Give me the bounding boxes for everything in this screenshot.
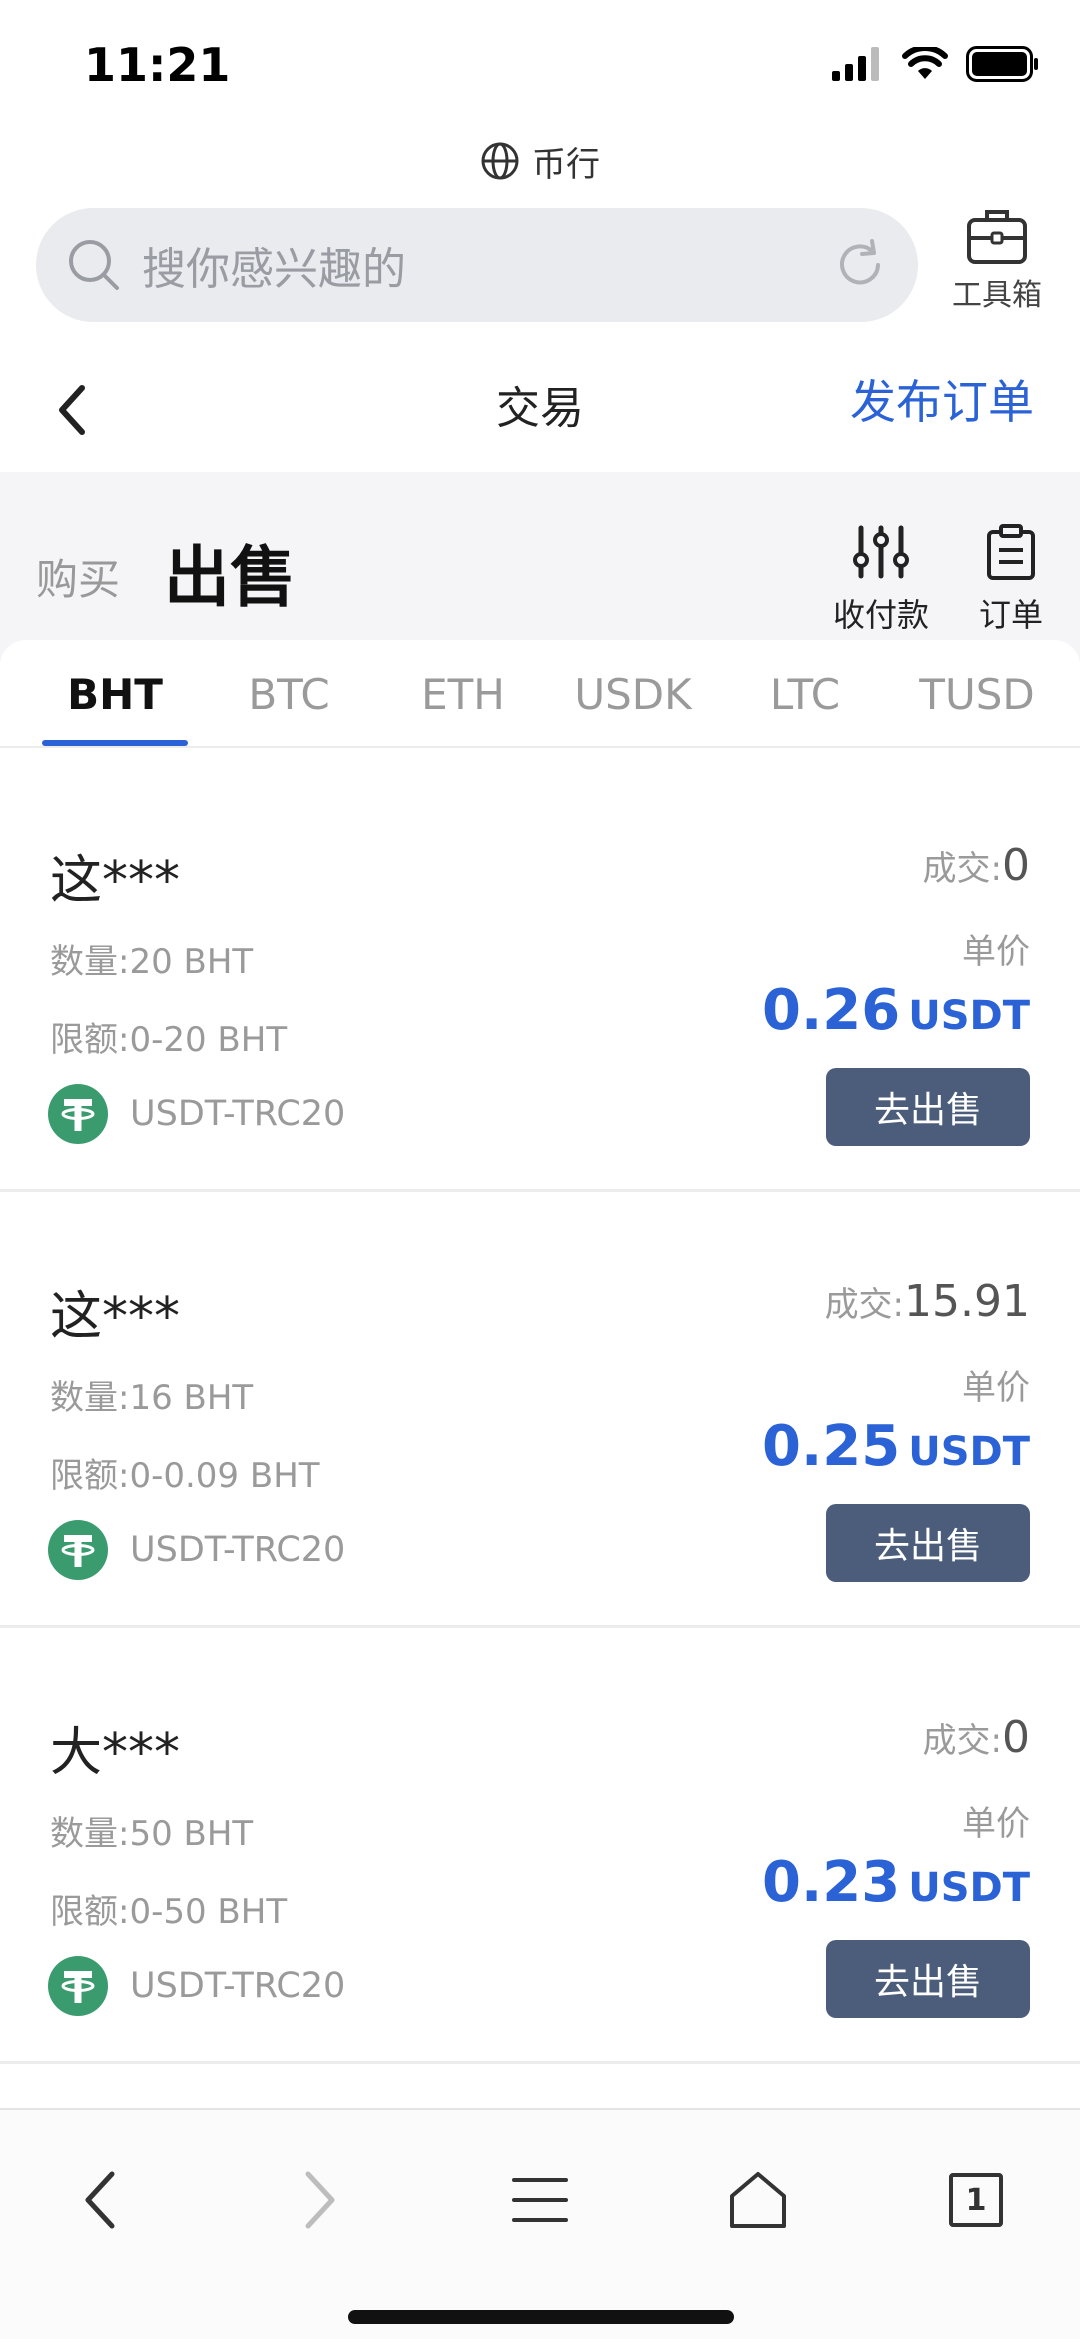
clipboard-icon <box>987 524 1035 580</box>
search-icon <box>69 240 119 290</box>
payment-methods-label: 收付款 <box>832 596 929 634</box>
listing-card: 这*** 数量:16 BHT 限额:0-0.09 BHT USDT-TRC20 … <box>0 1192 1080 1628</box>
payment-network: USDT-TRC20 <box>48 1520 345 1580</box>
home-icon <box>730 2172 786 2228</box>
tether-icon <box>48 1956 108 2016</box>
seller-name: 大*** <box>50 1723 181 1783</box>
site-label: 币行 <box>0 136 1080 186</box>
listing-card: 这*** 数量:20 BHT 限额:0-20 BHT USDT-TRC20 成交… <box>0 756 1080 1192</box>
network-label: USDT-TRC20 <box>130 1966 346 2006</box>
price-value: 0.25 <box>762 1414 901 1479</box>
tab-ltc[interactable]: LTC <box>732 670 878 719</box>
deals-count: 成交:0 <box>923 840 1030 891</box>
unit-price-label: 单价 <box>962 932 1030 972</box>
status-icons <box>832 44 1040 84</box>
deals-count: 成交:0 <box>923 1712 1030 1763</box>
payment-methods-button[interactable]: 收付款 <box>826 524 936 636</box>
tabs-count: 1 <box>965 2182 987 2218</box>
tab-sell[interactable]: 出售 <box>164 524 296 620</box>
toolbox-icon <box>967 210 1027 264</box>
status-time: 11:21 <box>84 38 231 92</box>
home-indicator <box>348 2310 734 2324</box>
toolbox-button[interactable]: 工具箱 <box>942 206 1052 326</box>
price-unit: USDT <box>908 1429 1030 1475</box>
tab-usdk[interactable]: USDK <box>560 670 706 719</box>
price-value: 0.23 <box>762 1850 901 1915</box>
browser-menu-button[interactable] <box>500 2150 580 2250</box>
price-unit: USDT <box>908 1865 1030 1911</box>
wifi-icon <box>902 47 948 79</box>
unit-price-label: 单价 <box>962 1804 1030 1844</box>
listing-limit: 限额:0-50 BHT <box>50 1892 288 1932</box>
toolbox-label: 工具箱 <box>952 278 1042 313</box>
unit-price: 0.23 USDT <box>762 1850 1030 1915</box>
tab-buy[interactable]: 购买 <box>36 546 120 607</box>
orders-label: 订单 <box>978 596 1043 634</box>
tether-icon <box>48 1520 108 1580</box>
chevron-left-icon <box>85 2171 115 2229</box>
deals-label: 成交: <box>922 849 1002 889</box>
browser-forward-button[interactable] <box>280 2150 360 2250</box>
listing-quantity: 数量:20 BHT <box>50 942 254 982</box>
unit-price: 0.25 USDT <box>762 1414 1030 1479</box>
listing-quantity: 数量:16 BHT <box>50 1378 254 1418</box>
price-unit: USDT <box>908 993 1030 1039</box>
price-value: 0.26 <box>762 978 901 1043</box>
tether-icon <box>48 1084 108 1144</box>
orders-button[interactable]: 订单 <box>966 524 1056 636</box>
site-name: 币行 <box>532 144 600 185</box>
seller-name: 这*** <box>50 1287 181 1347</box>
active-tab-indicator <box>42 740 188 746</box>
sell-button[interactable]: 去出售 <box>826 1940 1030 2018</box>
chevron-right-icon <box>305 2171 335 2229</box>
unit-price: 0.26 USDT <box>762 978 1030 1043</box>
tab-eth[interactable]: ETH <box>390 670 536 719</box>
publish-order-button[interactable]: 发布订单 <box>850 366 1034 432</box>
browser-back-button[interactable] <box>60 2150 140 2250</box>
coin-tabs: BHT BTC ETH USDK LTC TUSD <box>0 640 1080 748</box>
browser-bottom-bar: 1 <box>0 2108 1080 2339</box>
listing-limit: 限额:0-20 BHT <box>50 1020 288 1060</box>
signal-icon <box>832 47 879 81</box>
tabs-count-icon: 1 <box>949 2173 1003 2227</box>
listing-quantity: 数量:50 BHT <box>50 1814 254 1854</box>
network-label: USDT-TRC20 <box>130 1094 346 1134</box>
search-bar[interactable]: 搜你感兴趣的 <box>36 208 918 322</box>
listing-card: 大*** 数量:50 BHT 限额:0-50 BHT USDT-TRC20 成交… <box>0 1628 1080 2064</box>
sliders-icon <box>853 525 909 579</box>
deals-label: 成交: <box>824 1285 905 1325</box>
deals-label: 成交: <box>922 1721 1002 1761</box>
tab-btc[interactable]: BTC <box>216 670 362 719</box>
battery-icon <box>966 46 1038 82</box>
tab-bht[interactable]: BHT <box>42 670 188 719</box>
network-label: USDT-TRC20 <box>130 1530 346 1570</box>
tab-tusd[interactable]: TUSD <box>904 670 1050 719</box>
deals-value: 0 <box>1002 840 1030 891</box>
nav-header: 交易 发布订单 <box>0 350 1080 470</box>
browser-tabs-button[interactable]: 1 <box>936 2150 1016 2250</box>
sell-button[interactable]: 去出售 <box>826 1068 1030 1146</box>
deals-count: 成交:15.91 <box>825 1276 1030 1327</box>
seller-name: 这*** <box>50 851 181 911</box>
unit-price-label: 单价 <box>962 1368 1030 1408</box>
listing-limit: 限额:0-0.09 BHT <box>50 1456 320 1496</box>
payment-network: USDT-TRC20 <box>48 1956 345 2016</box>
menu-icon <box>512 2178 568 2222</box>
refresh-icon[interactable] <box>832 237 888 293</box>
deals-value: 15.91 <box>904 1276 1030 1327</box>
payment-network: USDT-TRC20 <box>48 1084 345 1144</box>
sell-button[interactable]: 去出售 <box>826 1504 1030 1582</box>
status-bar: 11:21 <box>0 0 1080 130</box>
browser-home-button[interactable] <box>718 2150 798 2250</box>
deals-value: 0 <box>1002 1712 1030 1763</box>
globe-icon <box>481 142 519 180</box>
search-input[interactable]: 搜你感兴趣的 <box>142 233 832 297</box>
